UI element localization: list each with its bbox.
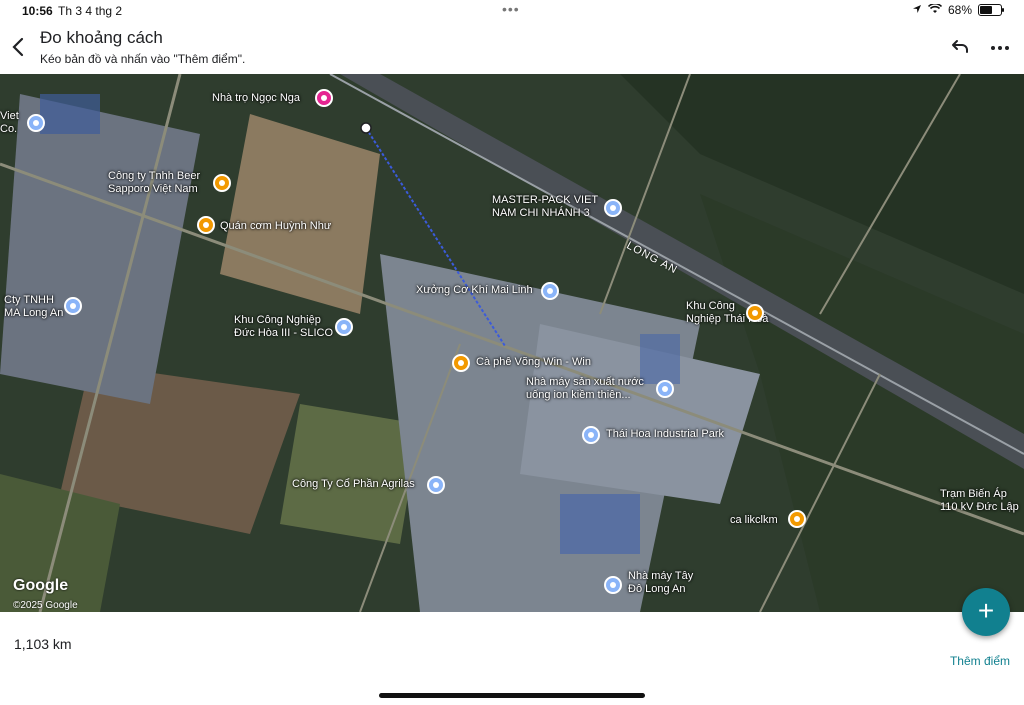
map-pin-ca-phe-icon[interactable] <box>452 354 470 372</box>
status-bar: 10:56 Th 3 4 thg 2 ••• 68% <box>0 0 1024 22</box>
status-time: 10:56 <box>22 4 53 18</box>
location-arrow-icon <box>912 3 922 17</box>
measure-start-point <box>360 122 372 134</box>
map-pin-nha-may-nuoc-icon[interactable] <box>656 380 674 398</box>
add-point-button[interactable]: Thêm điểm <box>950 654 1010 668</box>
map-pin-agrilas-icon[interactable] <box>427 476 445 494</box>
map-place-label-xuong[interactable]: Xưởng Cơ Khí Mai Linh <box>416 284 533 297</box>
map-place-label-nha-may-nuoc[interactable]: Nhà máy sản xuất nước uống ion kiềm thiên… <box>526 376 644 402</box>
status-date: Th 3 4 thg 2 <box>58 4 123 18</box>
back-button[interactable] <box>8 36 30 58</box>
more-horizontal-icon <box>991 46 1009 50</box>
map-place-label-nha-tro[interactable]: Nhà trọ Ngọc Nga <box>212 92 300 105</box>
map-place-label-master-pack[interactable]: MASTER-PACK VIET NAM CHI NHÁNH 3 <box>492 194 598 220</box>
multitasking-dots-icon[interactable]: ••• <box>502 1 520 17</box>
map-pin-ca-likclkm-icon[interactable] <box>788 510 806 528</box>
page-title: Đo khoảng cách <box>40 28 163 47</box>
map-pin-quan-com-icon[interactable] <box>197 216 215 234</box>
map-pin-xuong-icon[interactable] <box>541 282 559 300</box>
map-pin-master-pack-icon[interactable] <box>604 199 622 217</box>
map-place-label-sapporo[interactable]: Công ty Tnhh Beer Sapporo Việt Nam <box>108 170 200 196</box>
map-pin-kcn-duc-hoa-icon[interactable] <box>335 318 353 336</box>
app-header: Đo khoảng cách Kéo bản đồ và nhấn vào "T… <box>0 22 1024 74</box>
map-place-label-ca-phe[interactable]: Cà phê Võng Win - Win <box>476 356 591 369</box>
map-place-label-nha-may-tay-do[interactable]: Nhà máy Tây Đô Long An <box>628 570 693 596</box>
map-place-label-tram-bien-ap[interactable]: Trạm Biến Áp 110 kV Đức Lập <box>940 488 1019 514</box>
map-place-label-cty-tnhh[interactable]: Cty TNHH MA Long An <box>4 294 63 320</box>
map-copyright: ©2025 Google <box>13 600 78 611</box>
home-indicator[interactable] <box>379 693 645 698</box>
map-place-label-kcn-duc-hoa[interactable]: Khu Công Nghiệp Đức Hòa III - SLICO <box>234 314 333 340</box>
map-place-label-ca-likclkm[interactable]: ca likclkm <box>730 514 778 527</box>
map-place-label-thai-hoa-park[interactable]: Thái Hoa Industrial Park <box>606 428 724 441</box>
map-pin-nha-may-tay-do-icon[interactable] <box>604 576 622 594</box>
plus-icon: + <box>977 595 995 626</box>
satellite-map[interactable]: Nhà trọ Ngọc Nga Viet Co. Công ty Tnhh Beer… <box>0 74 1024 612</box>
map-place-label-quan-com[interactable]: Quán cơm Huỳnh Như <box>220 220 331 233</box>
map-pin-kcn-thai-hoa-icon[interactable] <box>746 304 764 322</box>
status-right: 68% <box>912 2 1004 17</box>
map-place-label-viet-co[interactable]: Viet Co. <box>0 110 19 136</box>
map-pin-sapporo-icon[interactable] <box>213 174 231 192</box>
battery-percent: 68% <box>947 3 972 17</box>
map-place-label-agrilas[interactable]: Công Ty Cổ Phần Agrilas <box>292 478 415 491</box>
more-options-button[interactable] <box>988 36 1012 60</box>
map-pin-thai-hoa-park-icon[interactable] <box>582 426 600 444</box>
battery-fill <box>980 6 993 14</box>
map-imagery <box>0 74 1024 612</box>
measured-distance: 1,103 km <box>14 636 72 652</box>
add-point-fab[interactable]: + <box>962 588 1010 636</box>
wifi-icon <box>927 2 943 17</box>
map-pin-nha-tro-icon[interactable] <box>315 89 333 107</box>
battery-icon <box>978 4 1004 16</box>
page-subtitle: Kéo bản đồ và nhấn vào "Thêm điểm". <box>40 52 246 66</box>
undo-button[interactable] <box>948 36 972 60</box>
map-pin-viet-co-icon[interactable] <box>27 114 45 132</box>
google-logo: Google <box>13 577 69 594</box>
undo-icon <box>952 40 968 53</box>
map-pin-cty-tnhh-icon[interactable] <box>64 297 82 315</box>
chevron-left-icon <box>12 37 24 57</box>
